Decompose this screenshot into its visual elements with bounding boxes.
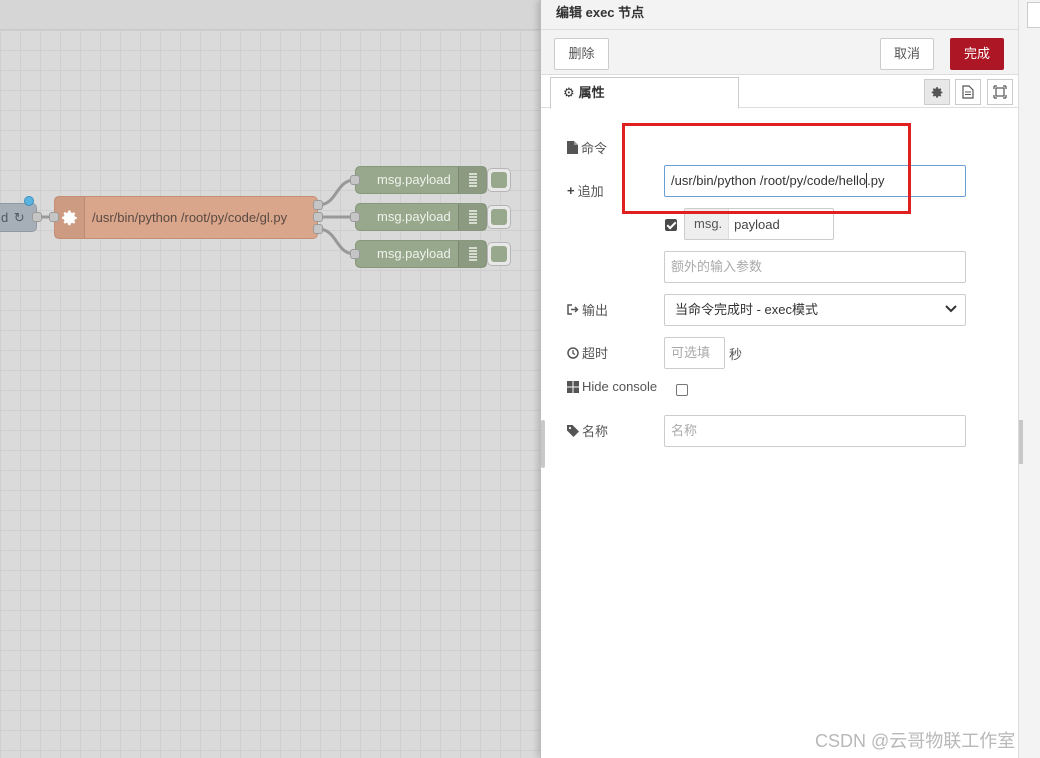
tab-properties[interactable]: ⚙ 属性: [550, 77, 739, 109]
command-label-text: 命令: [581, 141, 608, 156]
exec-node[interactable]: /usr/bin/python /root/py/code/gl.py: [54, 196, 318, 239]
exec-output-port-1[interactable]: [313, 200, 323, 210]
gear-icon[interactable]: [924, 79, 950, 105]
sidebar-resize-handle[interactable]: [1019, 420, 1023, 464]
exec-output-port-3[interactable]: [313, 224, 323, 234]
inject-output-port[interactable]: [32, 212, 42, 222]
debug-node[interactable]: msg.payload: [355, 240, 487, 268]
tag-icon: [567, 424, 579, 437]
timeout-unit: 秒: [729, 347, 743, 362]
frame-icon[interactable]: [987, 79, 1013, 105]
debug-node-label: msg.payload: [377, 172, 451, 187]
tray-resize-handle[interactable]: [541, 420, 545, 468]
list-icon: [458, 167, 486, 193]
append-label: + 追加: [567, 181, 604, 200]
document-icon[interactable]: [955, 79, 981, 105]
file-icon: [567, 141, 578, 154]
flow-canvas[interactable]: d ↻ /usr/bin/python /root/py/code/gl.py …: [0, 0, 540, 758]
debug-node[interactable]: msg.payload: [355, 166, 487, 194]
list-icon: [458, 241, 486, 267]
cancel-button[interactable]: 取消: [880, 38, 934, 70]
output-select[interactable]: 当命令完成时 - exec模式: [664, 294, 966, 326]
right-sidebar: [1018, 0, 1040, 758]
tab-properties-label: 属性: [578, 85, 605, 100]
hide-console-label: Hide console: [567, 379, 657, 394]
exec-input-port[interactable]: [49, 212, 59, 222]
gear-icon: ⚙: [563, 85, 575, 100]
debug-node[interactable]: msg.payload: [355, 203, 487, 231]
debug-node-label: msg.payload: [377, 246, 451, 261]
name-input[interactable]: 名称: [664, 415, 966, 447]
tab-bar: ⚙ 属性: [541, 75, 1018, 109]
extra-args-input[interactable]: 额外的输入参数: [664, 251, 966, 283]
debug-input-port[interactable]: [350, 249, 360, 259]
append-label-text: 追加: [577, 184, 604, 199]
append-value: payload: [734, 216, 780, 232]
chevron-down-icon: [945, 305, 957, 313]
command-label: 命令: [567, 138, 607, 157]
exec-node-label: /usr/bin/python /root/py/code/gl.py: [92, 210, 288, 225]
debug-input-port[interactable]: [350, 175, 360, 185]
flow-wires: [37, 178, 356, 256]
extra-args-placeholder: 额外的输入参数: [671, 259, 763, 274]
tray-title: 编辑 exec 节点: [541, 0, 1018, 30]
name-label: 名称: [567, 421, 608, 440]
sign-out-icon: [567, 304, 579, 315]
name-placeholder: 名称: [671, 423, 698, 438]
hide-console-label-text: Hide console: [582, 379, 658, 394]
highlight-annotation-box: [622, 123, 911, 214]
plus-icon: +: [567, 183, 575, 198]
debug-toggle-button[interactable]: [487, 205, 511, 229]
sidebar-tab[interactable]: [1027, 2, 1040, 28]
timeout-input[interactable]: 可选填: [664, 337, 725, 369]
watermark: CSDN @云哥物联工作室: [815, 731, 1016, 751]
debug-toggle-button[interactable]: [487, 242, 511, 266]
debug-toggle-button[interactable]: [487, 168, 511, 192]
refresh-icon: ↻: [13, 210, 25, 225]
node-changed-indicator: [24, 196, 34, 206]
debug-input-port[interactable]: [350, 212, 360, 222]
done-button[interactable]: 完成: [950, 38, 1004, 70]
output-selected-value: 当命令完成时 - exec模式: [675, 302, 819, 317]
append-checkbox[interactable]: [665, 219, 677, 231]
output-label: 输出: [567, 300, 608, 319]
editor-tray: 编辑 exec 节点 删除 取消 完成 ⚙ 属性 命令 /usr/bin/pyth…: [540, 0, 1018, 758]
list-icon: [458, 204, 486, 230]
clock-icon: [567, 346, 579, 359]
delete-button[interactable]: 删除: [554, 38, 609, 70]
timeout-placeholder: 可选填: [671, 345, 711, 360]
timeout-label: 超时: [567, 343, 608, 362]
tray-toolbar: 删除 取消 完成: [541, 30, 1018, 75]
timeout-label-text: 超时: [582, 346, 609, 361]
exec-output-port-2[interactable]: [313, 212, 323, 222]
name-label-text: 名称: [582, 424, 609, 439]
hide-console-checkbox[interactable]: [676, 384, 688, 396]
windows-icon: [567, 380, 579, 393]
output-label-text: 输出: [582, 303, 609, 318]
debug-node-label: msg.payload: [377, 209, 451, 224]
inject-node-label: d: [1, 210, 9, 225]
gear-icon: [55, 197, 85, 238]
